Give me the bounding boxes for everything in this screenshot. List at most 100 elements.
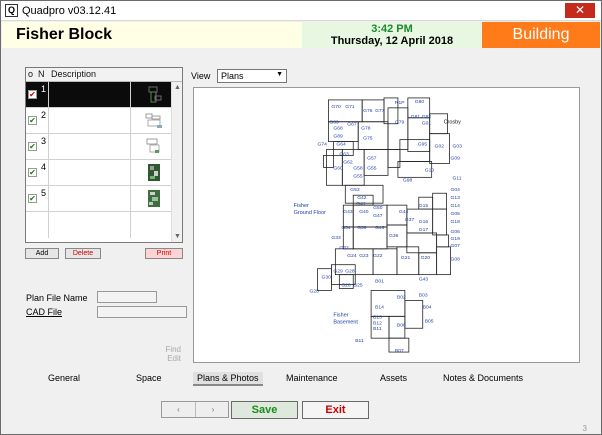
svg-text:G30: G30 [321,275,331,281]
dropdown-arrow-icon: ▼ [276,71,283,78]
svg-text:G20: G20 [421,255,431,261]
next-record-icon[interactable]: › [196,402,230,417]
grid-header: o N Description [26,68,182,82]
svg-text:G50: G50 [373,205,383,211]
tab-space[interactable]: Space [136,373,162,383]
svg-text:G36: G36 [389,233,399,239]
scroll-up-icon[interactable]: ▲ [173,83,182,92]
row-number: 3 [41,136,47,146]
svg-text:B11: B11 [355,338,364,344]
svg-text:G74: G74 [318,142,328,148]
row-number: 5 [41,188,47,198]
row-checkbox[interactable]: ✔ [28,116,37,125]
cad-file-field[interactable] [97,306,187,318]
plan-thumbnail[interactable] [143,110,165,131]
row-checkbox[interactable]: ✔ [28,142,37,151]
scroll-down-icon[interactable]: ▼ [173,232,182,241]
delete-button[interactable]: Delete [65,248,101,259]
svg-text:G09: G09 [451,155,461,161]
svg-text:G22: G22 [373,253,383,259]
print-button[interactable]: Print [145,248,183,259]
svg-text:G05: G05 [451,211,461,217]
svg-text:G34: G34 [341,225,351,231]
tab-assets[interactable]: Assets [380,373,407,383]
prev-record-icon[interactable]: ‹ [162,402,196,417]
plan-thumbnail[interactable] [143,188,165,209]
svg-text:B06: B06 [397,322,406,328]
svg-text:B05: B05 [425,318,434,324]
tab-general[interactable]: General [48,373,80,383]
tab-maintenance[interactable]: Maintenance [286,373,338,383]
svg-text:G07: G07 [451,243,461,249]
svg-text:G47: G47 [373,213,383,219]
column-header-description[interactable]: Description [51,69,96,79]
table-row[interactable]: ✔ 5 [26,186,171,212]
tab-notes-documents[interactable]: Notes & Documents [443,373,523,383]
svg-text:G25: G25 [353,283,363,289]
svg-text:G63: G63 [339,152,349,158]
svg-text:G17: G17 [419,227,429,233]
fisher-basement-label: Fisher Basement [333,312,358,325]
table-row[interactable]: ✔ 4 [26,160,171,186]
row-checkbox[interactable]: ✔ [28,194,37,203]
svg-text:G08: G08 [451,257,461,263]
plan-thumbnail[interactable] [143,84,165,105]
table-row[interactable]: ✔ 3 [26,134,171,160]
page-number: 3 [582,424,587,433]
row-number: 1 [41,84,47,94]
plan-thumbnail[interactable] [143,136,165,157]
svg-text:G43: G43 [419,277,429,283]
svg-text:G62: G62 [343,159,353,165]
title-bar: Q Quadpro v03.12.41 ✕ [1,1,601,21]
tab-bar: General Space Plans & Photos Maintenance… [15,371,589,387]
svg-text:G03: G03 [453,144,463,150]
svg-text:G21: G21 [401,255,411,261]
svg-text:G71: G71 [345,104,355,110]
grid-scrollbar[interactable]: ▲ ▼ [171,82,182,242]
svg-text:B13: B13 [373,314,382,320]
column-header-n[interactable]: N [38,69,45,79]
svg-text:G53: G53 [350,187,360,193]
app-window: Q Quadpro v03.12.41 ✕ Fisher Block 3:42 … [0,0,602,435]
module-label: Building [482,22,600,48]
table-row[interactable]: ✔ 1 [26,82,171,108]
svg-text:G37: G37 [405,217,415,223]
exit-button[interactable]: Exit [302,401,369,419]
plan-thumbnail[interactable] [143,162,165,183]
plans-grid[interactable]: o N Description ✔ 1 ✔ 2 ✔ 3 ✔ 4 ✔ 5 ▲ ▼ [25,67,183,243]
column-header-o[interactable]: o [28,69,33,79]
edit-button[interactable]: Edit [163,354,181,363]
save-button[interactable]: Save [231,401,298,419]
svg-text:G01: G01 [422,121,432,127]
row-checkbox[interactable]: ✔ [28,168,37,177]
svg-text:G10: G10 [425,167,435,173]
svg-text:G98: G98 [403,177,413,183]
tab-plans-photos[interactable]: Plans & Photos [193,372,263,386]
table-row[interactable]: ✔ 2 [26,108,171,134]
cad-file-link[interactable]: CAD File [26,307,62,317]
floor-plan-view[interactable]: G70 G71 G76 G77 R1P G80 G69G68 G67 G78 G79 G8… [193,87,580,363]
svg-text:G42: G42 [357,195,367,201]
add-button[interactable]: Add [25,248,59,259]
svg-text:G02: G02 [435,144,445,150]
plan-file-name-field[interactable] [97,291,157,303]
clock-time: 3:42 PM [371,23,413,35]
row-number: 4 [41,162,47,172]
svg-text:B14: B14 [375,304,384,310]
svg-text:G40: G40 [359,209,369,215]
svg-text:G57: G57 [367,155,377,161]
svg-text:G64: G64 [336,142,346,148]
find-button[interactable]: Find [163,345,181,354]
svg-text:G44: G44 [399,209,409,215]
table-row[interactable] [26,212,171,238]
svg-text:G11: G11 [453,175,462,181]
building-name: Fisher Block [2,22,302,48]
close-icon[interactable]: ✕ [565,3,595,18]
svg-text:G67: G67 [347,122,357,128]
row-checkbox[interactable]: ✔ [28,90,37,99]
svg-text:G79: G79 [395,120,405,126]
view-select[interactable]: Plans ▼ [217,69,287,83]
svg-text:B04: B04 [423,304,432,310]
svg-text:G46: G46 [375,225,385,231]
svg-text:B11: B11 [373,326,382,332]
